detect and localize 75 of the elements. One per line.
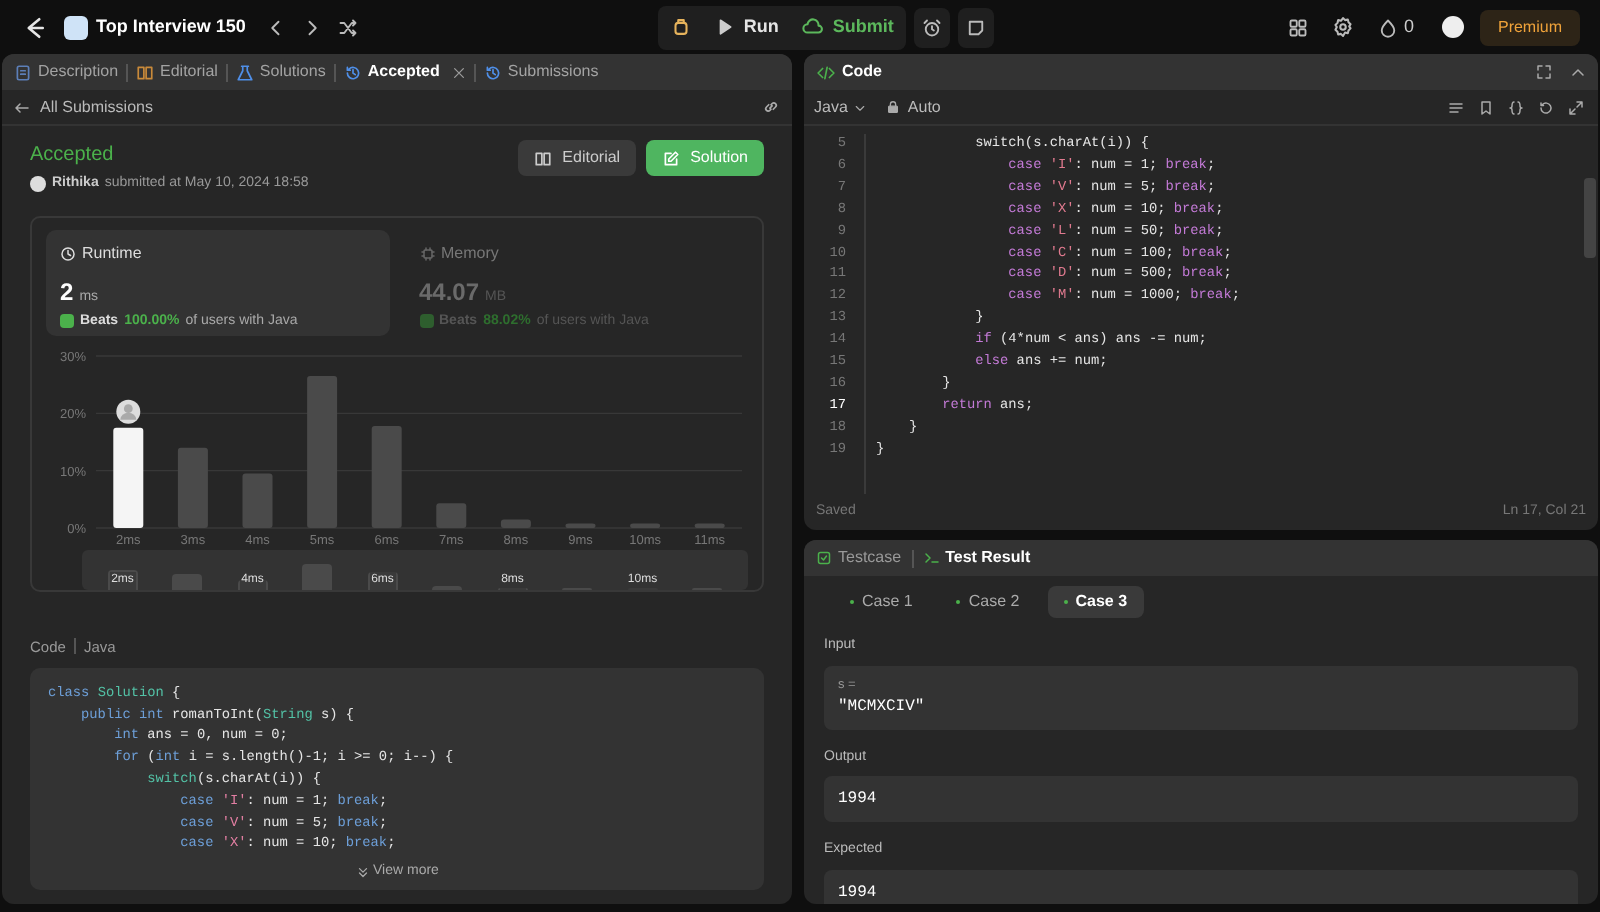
metric-label: Runtime — [82, 241, 142, 265]
beats-icon — [60, 314, 74, 329]
expected-value: 1994 — [838, 881, 879, 904]
tab[interactable]: Solutions — [235, 60, 326, 84]
chart-bar — [500, 518, 531, 527]
close-icon — [451, 65, 466, 79]
note-button[interactable] — [957, 7, 994, 47]
flask-icon — [235, 63, 254, 81]
submit-button[interactable]: Submit — [790, 5, 906, 49]
chart-bar — [371, 424, 402, 527]
format-icon — [1448, 99, 1464, 115]
fullscreen-icon — [1536, 64, 1552, 80]
case-tab[interactable]: Case 1 — [834, 586, 929, 618]
layout-icon — [1287, 17, 1308, 37]
avatar-icon[interactable] — [1441, 16, 1464, 38]
caret-icon — [853, 101, 866, 113]
chart-bar — [630, 522, 661, 527]
history-icon — [343, 63, 362, 81]
case-tab[interactable]: Case 3 — [1047, 586, 1144, 618]
problem-list-title[interactable]: Top Interview 150 — [96, 13, 246, 41]
chevron-down-icon — [355, 865, 370, 880]
panel-title: Code — [842, 60, 882, 84]
link-icon — [762, 98, 780, 116]
expand-icon — [1568, 99, 1584, 115]
output-value: 1994 — [838, 788, 879, 812]
tab[interactable]: Description — [14, 60, 119, 84]
document-icon — [14, 63, 32, 81]
input-value: "MCMXCIV" — [838, 695, 927, 719]
settings-icon — [1331, 16, 1354, 38]
tab[interactable]: Editorial — [136, 60, 218, 84]
metric-value: 2 — [60, 275, 74, 309]
checkbox-icon — [816, 550, 832, 566]
chart-bar — [177, 446, 208, 527]
metric-value: 44.07 — [419, 275, 480, 309]
tab[interactable]: Accepted — [343, 60, 466, 84]
code-icon — [816, 63, 836, 81]
chart-bar — [113, 426, 144, 527]
chart-bar — [694, 522, 725, 527]
alarm-icon — [921, 17, 942, 37]
tab[interactable]: Submissions — [483, 60, 599, 84]
chart-bar — [436, 502, 467, 527]
edit-icon — [662, 149, 681, 167]
lock-icon — [885, 100, 900, 114]
case-tab[interactable]: Case 2 — [940, 586, 1036, 618]
terminal-icon — [923, 550, 940, 566]
back-arrow-icon — [14, 99, 30, 115]
scrollbar-thumb[interactable] — [1584, 178, 1596, 258]
mode-label[interactable]: Auto — [907, 95, 941, 119]
language-dropdown[interactable]: Java — [814, 95, 866, 119]
beats-icon — [419, 314, 433, 329]
metric-label: Memory — [441, 241, 499, 265]
shuffle-icon — [337, 17, 358, 37]
premium-button[interactable]: Premium — [1479, 9, 1580, 45]
chart-bar — [565, 522, 596, 527]
tab[interactable]: Testcase — [816, 546, 902, 570]
editorial-button[interactable]: Editorial — [518, 140, 637, 176]
alarm-button[interactable] — [913, 7, 950, 47]
chart-bar — [242, 472, 273, 527]
avatar-icon — [30, 176, 46, 193]
reset-icon — [1538, 99, 1554, 115]
submission-status: Accepted — [30, 142, 116, 170]
cloud-icon — [802, 16, 825, 38]
collapse-icon — [1570, 64, 1586, 80]
note-icon — [965, 17, 986, 37]
chip-icon — [419, 245, 435, 261]
tab[interactable]: Test Result — [923, 546, 1031, 570]
history-icon — [483, 63, 502, 81]
clock-icon — [60, 245, 76, 261]
avatar-icon — [116, 398, 141, 423]
play-icon — [715, 18, 734, 36]
run-button[interactable]: Run — [703, 5, 791, 49]
bookmark-icon — [1478, 99, 1494, 115]
streak-count: 0 — [1403, 13, 1414, 40]
braces-icon — [1508, 99, 1524, 115]
back-link[interactable]: All Submissions — [40, 95, 153, 119]
